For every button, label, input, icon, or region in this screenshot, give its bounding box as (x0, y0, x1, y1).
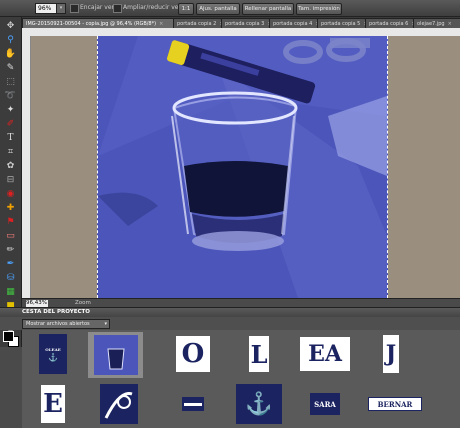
rope-thumb (104, 392, 133, 419)
fit-window-checkbox[interactable] (70, 4, 79, 13)
eraser-icon[interactable]: ▭ (4, 229, 17, 242)
thumbnail-12[interactable]: BERNAR (360, 380, 430, 428)
thumbnail-10[interactable]: ⚓ (228, 380, 290, 428)
options-bar: 96% ▾ Encajar vent. Ampliar/reducir vent… (0, 0, 460, 17)
actual-pixels-button[interactable]: 1:1 (178, 3, 194, 15)
thumb-image: SARA (310, 393, 340, 415)
thumb-image: OLEAE ⚓ (39, 334, 67, 374)
magic-wand-icon[interactable]: ✦ (4, 103, 17, 116)
fill-screen-button[interactable]: Rellenar pantalla (242, 3, 294, 15)
paint-bucket-icon[interactable]: ⛁ (4, 271, 17, 284)
pencil-icon[interactable]: ✏ (4, 243, 17, 256)
brush-icon[interactable]: ✒ (4, 257, 17, 270)
foreground-color-swatch[interactable] (3, 331, 14, 342)
thumb-image: ⚓ (236, 384, 282, 424)
thumbnail-11[interactable]: SARA (294, 380, 356, 428)
zoom-tool-icon[interactable]: ⚲ (4, 33, 17, 46)
thumb-image: J (383, 335, 399, 373)
zoom-select[interactable]: 96% (35, 3, 57, 14)
glass-thumb (93, 335, 138, 375)
document-tabs: IMG-20150921-00504 - copia.jpg @ 96,4% (… (22, 17, 460, 30)
chevron-down-icon[interactable]: ▾ (56, 3, 66, 14)
thumbnail-9[interactable] (162, 380, 224, 428)
thumb-image: BERNAR (368, 397, 422, 411)
thumbnail-6[interactable]: J (360, 330, 422, 378)
fit-screen-button[interactable]: Ajus. pantalla (196, 3, 240, 15)
straighten-icon[interactable]: ⊟ (4, 173, 17, 186)
thumb-image (100, 384, 138, 424)
thumb-image (93, 335, 138, 375)
thumbnail-2[interactable] (88, 332, 143, 378)
zoom-readout[interactable]: 96,43% (26, 300, 48, 307)
show-files-select[interactable]: Mostrar archivos abiertos ▾ (22, 319, 110, 329)
chevron-down-icon: ▾ (104, 321, 107, 327)
thumb-image (182, 397, 204, 411)
thumbnail-3[interactable]: O (162, 330, 224, 378)
clone-stamp-icon[interactable]: ⚑ (4, 215, 17, 228)
thumbnail-8[interactable] (88, 380, 150, 428)
thumb-image: L (249, 336, 269, 372)
anchor-icon: ⚓ (245, 391, 273, 417)
type-tool-icon[interactable]: T (4, 131, 17, 144)
marquee-icon[interactable]: ⬚ (4, 75, 17, 88)
cookie-cutter-icon[interactable]: ✿ (4, 159, 17, 172)
close-icon[interactable]: × (159, 21, 163, 27)
lasso-icon[interactable]: ➰ (4, 89, 17, 102)
move-tool-icon[interactable]: ✥ (4, 19, 17, 32)
hand-tool-icon[interactable]: ✋ (4, 47, 17, 60)
resize-window-checkbox[interactable] (113, 4, 122, 13)
crop-icon[interactable]: ⌗ (4, 145, 17, 158)
project-bin-header: CESTA DEL PROYECTO (0, 307, 460, 317)
thumbnail-1[interactable]: OLEAE ⚓ (22, 330, 84, 378)
healing-brush-icon[interactable]: ✚ (4, 201, 17, 214)
anchor-icon: ⚓ (48, 351, 58, 362)
line-thumb (184, 403, 202, 406)
quick-selection-icon[interactable]: ✐ (4, 117, 17, 130)
project-bin-title: CESTA DEL PROYECTO (22, 309, 90, 315)
vertical-ruler (22, 36, 31, 298)
thumb-image: EA (300, 337, 350, 371)
thumbnail-4[interactable]: L (228, 330, 290, 378)
tools-panel: ✥ ⚲ ✋ ✎ ⬚ ➰ ✦ ✐ T ⌗ ✿ ⊟ ◉ ✚ ⚑ ▭ ✏ ✒ ⛁ ▦ … (0, 17, 22, 347)
red-eye-icon[interactable]: ◉ (4, 187, 17, 200)
thumbnail-7[interactable]: E (22, 380, 84, 428)
document-image[interactable] (97, 36, 388, 298)
thumb-image: E (41, 385, 65, 423)
resize-window-label: Ampliar/reducir vent. (123, 4, 187, 11)
gradient-icon[interactable]: ▦ (4, 285, 17, 298)
project-bin: OLEAE ⚓ O L EA J E ⚓ SARA BERNAR (22, 330, 460, 428)
thumbnail-5[interactable]: EA (294, 330, 356, 378)
close-icon[interactable]: × (448, 21, 452, 27)
eyedropper-icon[interactable]: ✎ (4, 61, 17, 74)
thumb-image: O (176, 336, 210, 372)
print-size-button[interactable]: Tam. impresión (296, 3, 342, 15)
zoom-label: Zoom (75, 300, 91, 306)
photo-content (98, 36, 387, 298)
